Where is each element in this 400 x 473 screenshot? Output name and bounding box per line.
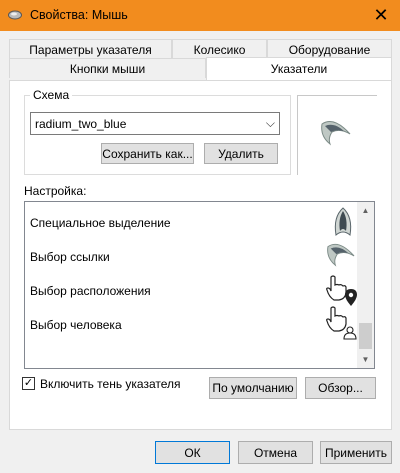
tab-buttons[interactable]: Кнопки мыши	[9, 58, 206, 78]
list-item-label: Выбор расположения	[30, 284, 151, 298]
tab-pointer-options[interactable]: Параметры указателя	[9, 39, 172, 59]
shadow-checkbox[interactable]: ✓	[22, 377, 35, 390]
arrow-cursor-icon	[321, 121, 351, 146]
scheme-select[interactable]: radium_two_blue ⌵	[30, 112, 280, 135]
tab-pointers[interactable]: Указатели	[206, 57, 392, 80]
ok-button[interactable]: ОК	[155, 441, 230, 464]
location-select-cursor-icon	[326, 275, 357, 306]
delete-button[interactable]: Удалить	[204, 143, 278, 164]
cursor-list[interactable]: Специальное выделение Выбор ссылки Выбор…	[24, 201, 375, 369]
list-item-label: Специальное выделение	[30, 216, 171, 230]
tab-wheel[interactable]: Колесико	[172, 39, 267, 59]
save-as-button[interactable]: Сохранить как...	[101, 143, 194, 164]
person-select-cursor-icon	[326, 306, 357, 340]
customize-label: Настройка:	[24, 184, 87, 198]
list-item-label: Выбор ссылки	[30, 250, 110, 264]
list-item[interactable]: Выбор ссылки	[30, 241, 360, 275]
browse-button[interactable]: Обзор...	[305, 377, 376, 399]
scroll-up-icon[interactable]: ▲	[357, 202, 374, 219]
list-item[interactable]: Специальное выделение	[30, 207, 360, 241]
arrow-cursor-icon	[327, 243, 355, 267]
apply-button[interactable]: Применить	[320, 441, 392, 464]
mouse-app-icon	[8, 10, 22, 20]
scroll-down-icon[interactable]: ▼	[357, 351, 374, 368]
window-title: Свойства: Мышь	[30, 8, 128, 22]
scheme-legend: Схема	[30, 88, 73, 102]
precision-select-cursor-icon	[334, 207, 352, 236]
scheme-select-value: radium_two_blue	[35, 116, 127, 131]
cursor-preview	[297, 95, 377, 175]
shadow-label[interactable]: Включить тень указателя	[40, 377, 181, 391]
list-item[interactable]: Выбор человека	[30, 306, 360, 343]
list-item-label: Выбор человека	[30, 318, 122, 332]
list-item[interactable]: Выбор расположения	[30, 275, 360, 309]
cancel-button[interactable]: Отмена	[238, 441, 313, 464]
close-icon[interactable]: ✕	[366, 3, 396, 27]
use-default-button[interactable]: По умолчанию	[209, 377, 297, 399]
scroll-thumb[interactable]	[359, 323, 372, 349]
list-scrollbar[interactable]: ▲ ▼	[357, 202, 374, 368]
tab-hardware[interactable]: Оборудование	[267, 39, 392, 59]
chevron-down-icon: ⌵	[265, 116, 275, 130]
